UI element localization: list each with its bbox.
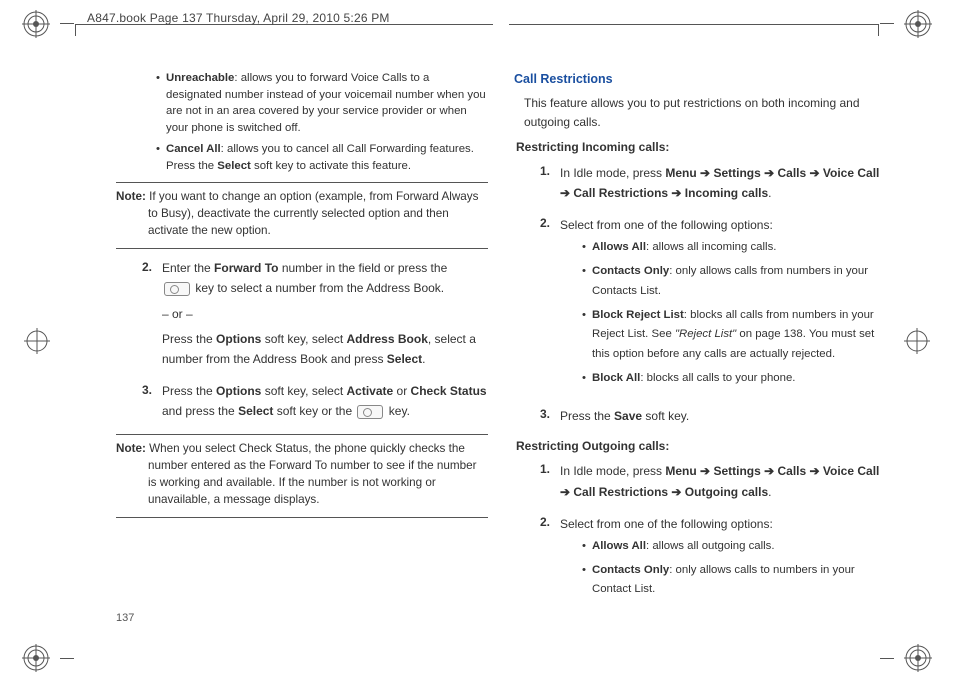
step-number: 3. xyxy=(134,382,152,422)
step-number: 2. xyxy=(532,215,550,393)
divider xyxy=(116,182,488,183)
bullet-allows-all-out: •Allows All: allows all outgoing calls. xyxy=(582,537,886,556)
incoming-step-1: 1. In Idle mode, press Menu ➔ Settings ➔… xyxy=(514,163,886,204)
crop-mark-icon xyxy=(60,23,74,24)
bullet-contacts-only-out: •Contacts Only: only allows calls to num… xyxy=(582,561,886,600)
subhead-outgoing: Restricting Outgoing calls: xyxy=(514,438,886,455)
registration-circle-icon xyxy=(22,644,50,672)
bullet-dot-icon: • xyxy=(156,141,160,174)
bullet-unreachable: • Unreachable: allows you to forward Voi… xyxy=(156,70,488,136)
divider xyxy=(116,434,488,435)
outgoing-step-1: 1. In Idle mode, press Menu ➔ Settings ➔… xyxy=(514,461,886,502)
note-check-status: Note: When you select Check Status, the … xyxy=(148,441,484,509)
section-title-call-restrictions: Call Restrictions xyxy=(514,70,886,88)
page-root: A847.book Page 137 Thursday, April 29, 2… xyxy=(0,0,954,682)
crop-mark-icon xyxy=(880,658,894,659)
right-column: Call Restrictions This feature allows yo… xyxy=(514,70,886,617)
subhead-incoming: Restricting Incoming calls: xyxy=(514,139,886,156)
incoming-step-3: 3. Press the Save soft key. xyxy=(514,406,886,426)
registration-circle-icon xyxy=(904,10,932,38)
content-area: • Unreachable: allows you to forward Voi… xyxy=(116,70,886,617)
bullet-dot-icon: • xyxy=(156,70,160,136)
divider xyxy=(116,517,488,518)
bullet-contacts-only-in: •Contacts Only: only allows calls from n… xyxy=(582,262,886,301)
step-number: 1. xyxy=(532,163,550,204)
step-number: 2. xyxy=(532,514,550,605)
ok-key-icon xyxy=(357,405,383,419)
bullet-allows-all-in: •Allows All: allows all incoming calls. xyxy=(582,238,886,257)
address-book-key-icon xyxy=(164,282,190,296)
registration-cross-icon xyxy=(24,328,50,354)
step-3: 3. Press the Options soft key, select Ac… xyxy=(116,382,488,422)
incoming-step-2: 2. Select from one of the following opti… xyxy=(514,215,886,393)
step-number: 2. xyxy=(134,259,152,370)
outgoing-step-2: 2. Select from one of the following opti… xyxy=(514,514,886,605)
crop-mark-icon xyxy=(880,23,894,24)
registration-circle-icon xyxy=(904,644,932,672)
note-change-option: Note: If you want to change an option (e… xyxy=(148,189,484,240)
divider xyxy=(116,248,488,249)
crop-mark-icon xyxy=(60,658,74,659)
bullet-block-all: •Block All: blocks all calls to your pho… xyxy=(582,369,886,388)
intro-paragraph: This feature allows you to put restricti… xyxy=(514,94,886,131)
header-frame: A847.book Page 137 Thursday, April 29, 2… xyxy=(75,14,879,38)
page-number: 137 xyxy=(116,612,134,624)
step-number: 3. xyxy=(532,406,550,426)
or-separator: – or – xyxy=(162,305,488,325)
left-column: • Unreachable: allows you to forward Voi… xyxy=(116,70,488,617)
step-number: 1. xyxy=(532,461,550,502)
header-book-text: A847.book Page 137 Thursday, April 29, 2… xyxy=(87,11,390,25)
bullet-block-reject-list: •Block Reject List: blocks all calls fro… xyxy=(582,306,886,364)
step-2: 2. Enter the Forward To number in the fi… xyxy=(116,259,488,370)
registration-circle-icon xyxy=(22,10,50,38)
registration-cross-icon xyxy=(904,328,930,354)
bullet-cancel-all: • Cancel All: allows you to cancel all C… xyxy=(156,141,488,174)
